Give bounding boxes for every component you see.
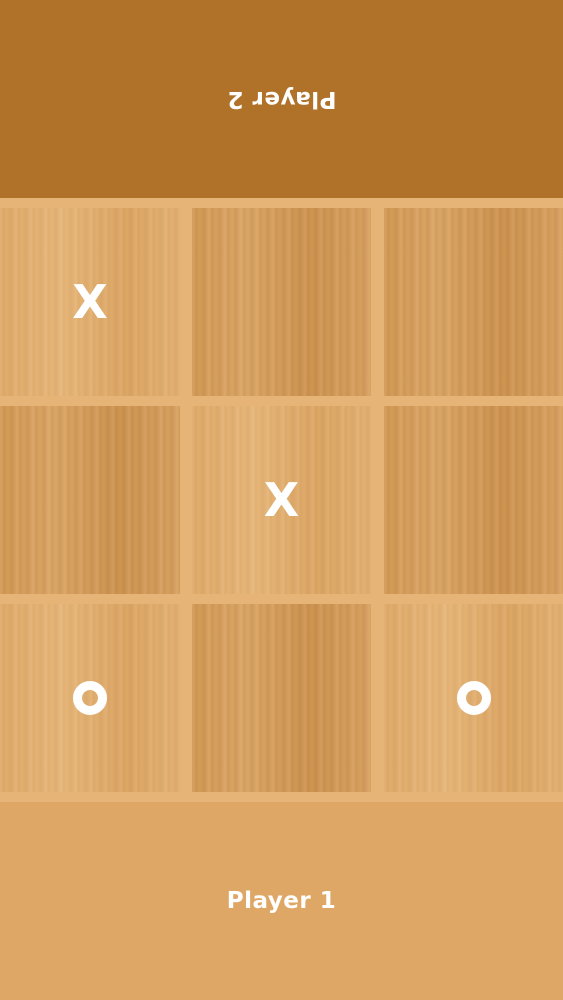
o-mark xyxy=(73,681,107,715)
board-cell-r2-c1[interactable] xyxy=(0,406,180,594)
board-cell-r1-c2[interactable] xyxy=(192,208,371,396)
o-mark xyxy=(456,681,491,715)
board-cell-r3-c3[interactable] xyxy=(384,604,563,792)
board-cell-r2-c2[interactable]: X xyxy=(192,406,371,594)
player-1-label: Player 1 xyxy=(226,888,337,914)
board-cell-r1-c3[interactable] xyxy=(384,208,563,396)
x-mark: X xyxy=(72,275,108,329)
board-cell-r2-c3[interactable] xyxy=(384,406,563,594)
board-cell-r3-c1[interactable] xyxy=(0,604,180,792)
board-cell-r1-c1[interactable]: X xyxy=(0,208,180,396)
game-board: XX xyxy=(0,198,563,802)
player-2-bar: Player 2 xyxy=(0,0,563,198)
board-cell-r3-c2[interactable] xyxy=(192,604,371,792)
x-mark: X xyxy=(263,473,300,527)
player-2-label: Player 2 xyxy=(226,86,337,112)
player-1-bar: Player 1 xyxy=(0,802,563,1000)
